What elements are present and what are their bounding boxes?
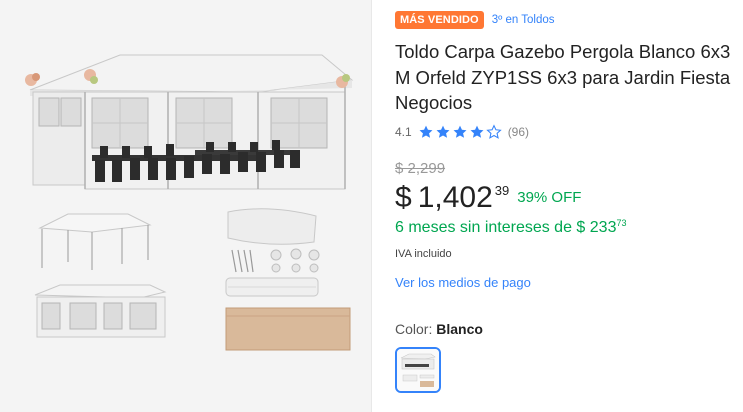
star-icon	[470, 125, 484, 138]
payment-methods-link[interactable]: Ver los medios de pago	[395, 275, 531, 290]
original-price: $ 2,299	[395, 160, 446, 177]
review-count: (96)	[507, 125, 530, 139]
price-integer: 1,402	[417, 181, 493, 214]
swatch-thumbnail	[397, 349, 439, 391]
discount-label: 39% OFF	[517, 189, 582, 206]
installments-text: 6 meses sin intereses de $ 233	[395, 219, 617, 236]
rating-value: 4.1	[395, 125, 412, 139]
current-price: $ 1,402 39 39% OFF	[395, 180, 581, 216]
best-seller-badge: MÁS VENDIDO	[395, 11, 484, 29]
star-icon	[453, 125, 467, 138]
rating-row[interactable]: 4.1 (96)	[395, 124, 529, 140]
price-currency: $	[395, 181, 412, 214]
tax-note: IVA incluido	[395, 248, 452, 260]
color-label: Color:	[395, 321, 437, 337]
installments-info: 6 meses sin intereses de $ 23373	[395, 218, 627, 237]
star-icon	[436, 125, 450, 138]
rating-stars	[418, 124, 502, 140]
product-title: Toldo Carpa Gazebo Pergola Blanco 6x3 M …	[395, 41, 731, 113]
installments-cents: 73	[616, 218, 627, 228]
tent-walls-image	[34, 284, 167, 338]
tent-frame-image	[38, 213, 152, 270]
tent-main-image	[25, 54, 354, 190]
badge-row: MÁS VENDIDO 3º en Toldos	[395, 11, 555, 29]
price-cents: 39	[494, 183, 510, 198]
color-selector-label: Color: Blanco	[395, 321, 483, 337]
product-page: MÁS VENDIDO 3º en Toldos Toldo Carpa Gaz…	[0, 0, 743, 412]
star-icon	[419, 125, 433, 138]
package-contents-image	[225, 208, 351, 351]
color-value: Blanco	[436, 321, 483, 337]
category-rank-link[interactable]: 3º en Toldos	[492, 14, 555, 26]
star-outline-icon	[485, 124, 502, 139]
color-swatch-blanco[interactable]	[395, 347, 441, 393]
product-gallery[interactable]	[0, 0, 372, 412]
product-image[interactable]	[0, 0, 372, 412]
